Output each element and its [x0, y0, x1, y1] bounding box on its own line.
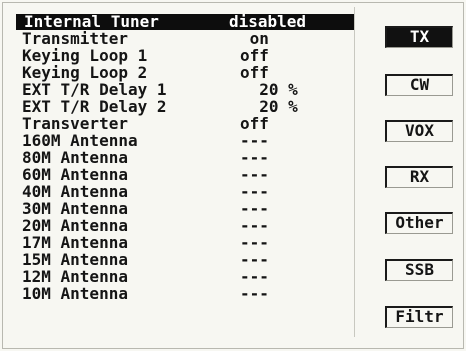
- menu-row-value: on: [240, 29, 269, 48]
- menu-row-internal-tuner[interactable]: Internal Tuner disabled: [16, 14, 354, 30]
- softkey-cw[interactable]: CW: [385, 74, 453, 96]
- menu-row-value: ---: [240, 216, 269, 235]
- menu-row-12m-antenna[interactable]: 12M Antenna ---: [22, 269, 352, 285]
- softkey-tx[interactable]: TX: [385, 26, 453, 48]
- softkey-filtr[interactable]: Filtr: [385, 306, 453, 328]
- menu-row-label: Keying Loop 1: [22, 46, 148, 65]
- menu-row-label: EXT T/R Delay 2: [22, 97, 167, 116]
- menu-row-label: 30M Antenna: [22, 199, 128, 218]
- menu-row-value: off: [240, 114, 269, 133]
- radio-menu-screen: Internal Tuner disabled Transmitter on K…: [0, 0, 466, 351]
- menu-row-80m-antenna[interactable]: 80M Antenna ---: [22, 150, 352, 166]
- menu-row-label: 160M Antenna: [22, 131, 138, 150]
- menu-row-value: 20 %: [240, 80, 298, 99]
- menu-row-value: ---: [240, 284, 269, 303]
- menu-row-label: 12M Antenna: [22, 267, 128, 286]
- menu-row-value: ---: [240, 250, 269, 269]
- menu-row-15m-antenna[interactable]: 15M Antenna ---: [22, 252, 352, 268]
- menu-row-keying-loop-2[interactable]: Keying Loop 2 off: [22, 65, 352, 81]
- menu-row-label: EXT T/R Delay 1: [22, 80, 167, 99]
- menu-row-value: ---: [240, 199, 269, 218]
- softkey-ssb[interactable]: SSB: [385, 259, 453, 281]
- menu-row-value: disabled: [229, 12, 307, 31]
- settings-menu: Internal Tuner disabled Transmitter on K…: [4, 7, 355, 337]
- menu-row-ext-tr-delay-2[interactable]: EXT T/R Delay 2 20 %: [22, 99, 352, 115]
- menu-row-label: Keying Loop 2: [22, 63, 148, 82]
- softkey-other[interactable]: Other: [385, 212, 453, 234]
- menu-row-30m-antenna[interactable]: 30M Antenna ---: [22, 201, 352, 217]
- menu-row-label: Internal Tuner: [24, 12, 159, 31]
- menu-row-60m-antenna[interactable]: 60M Antenna ---: [22, 167, 352, 183]
- menu-row-value: off: [240, 63, 269, 82]
- menu-row-160m-antenna[interactable]: 160M Antenna ---: [22, 133, 352, 149]
- menu-row-label: 40M Antenna: [22, 182, 128, 201]
- menu-row-label: Transmitter: [22, 29, 128, 48]
- menu-row-label: Transverter: [22, 114, 128, 133]
- menu-row-value: ---: [240, 148, 269, 167]
- menu-row-value: ---: [240, 233, 269, 252]
- menu-row-value: ---: [240, 267, 269, 286]
- menu-row-label: 60M Antenna: [22, 165, 128, 184]
- menu-row-label: 10M Antenna: [22, 284, 128, 303]
- softkey-vox[interactable]: VOX: [385, 120, 453, 142]
- menu-row-20m-antenna[interactable]: 20M Antenna ---: [22, 218, 352, 234]
- menu-row-label: 80M Antenna: [22, 148, 128, 167]
- menu-row-value: ---: [240, 131, 269, 150]
- menu-row-label: 20M Antenna: [22, 216, 128, 235]
- menu-row-transmitter[interactable]: Transmitter on: [22, 31, 352, 47]
- menu-row-40m-antenna[interactable]: 40M Antenna ---: [22, 184, 352, 200]
- menu-row-value: ---: [240, 182, 269, 201]
- menu-row-17m-antenna[interactable]: 17M Antenna ---: [22, 235, 352, 251]
- menu-row-value: 20 %: [240, 97, 298, 116]
- menu-row-label: 15M Antenna: [22, 250, 128, 269]
- menu-row-ext-tr-delay-1[interactable]: EXT T/R Delay 1 20 %: [22, 82, 352, 98]
- menu-row-value: ---: [240, 165, 269, 184]
- menu-row-keying-loop-1[interactable]: Keying Loop 1 off: [22, 48, 352, 64]
- menu-row-10m-antenna[interactable]: 10M Antenna ---: [22, 286, 352, 302]
- menu-row-value: off: [240, 46, 269, 65]
- softkey-rx[interactable]: RX: [385, 166, 453, 188]
- menu-row-transverter[interactable]: Transverter off: [22, 116, 352, 132]
- menu-row-label: 17M Antenna: [22, 233, 128, 252]
